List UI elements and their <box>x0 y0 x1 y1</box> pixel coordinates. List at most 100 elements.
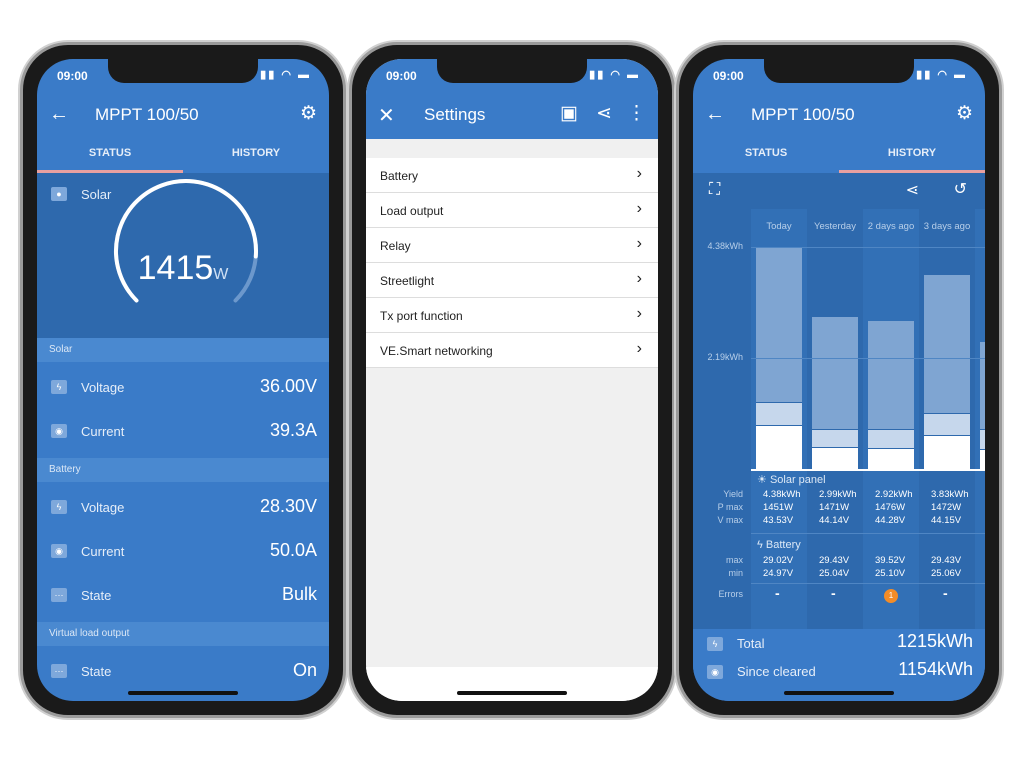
gear-icon[interactable]: ⚙ <box>300 102 317 125</box>
tab-history[interactable]: HISTORY <box>183 139 329 173</box>
chevron-right-icon: › <box>636 235 642 252</box>
settings-item[interactable]: Load output › <box>366 193 658 228</box>
row-label: Current <box>81 544 125 559</box>
day-label: 4 <box>975 221 985 232</box>
no-error: - <box>775 585 780 601</box>
tab-history[interactable]: HISTORY <box>839 139 985 173</box>
battery-state-row: ··· State Bulk <box>37 574 329 618</box>
row-value: Bulk <box>281 584 317 604</box>
row-label: max <box>725 555 743 565</box>
clock: 09:00 <box>57 69 88 83</box>
clock: 09:00 <box>386 69 417 83</box>
tab-status[interactable]: STATUS <box>37 139 183 173</box>
close-icon[interactable]: ✕ <box>378 103 395 128</box>
home-indicator[interactable] <box>128 691 238 695</box>
cell-value: 29.02V <box>763 555 794 566</box>
home-indicator[interactable] <box>784 691 894 695</box>
solar-panel-label: Solar panel <box>769 474 826 486</box>
bar-segment-mid <box>868 429 914 448</box>
phone-status: 09:00 ▮▮ ◠ ▬ ← MPPT 100/50 ⚙ STATUS HISTO… <box>20 42 346 718</box>
cell-value: 44.28V <box>875 515 906 526</box>
gear-icon[interactable]: ⚙ <box>956 102 973 125</box>
row-value: On <box>292 660 317 680</box>
bar-segment-mid <box>812 428 858 448</box>
cell-value: 1472W <box>931 502 962 513</box>
back-arrow-icon[interactable]: ← <box>49 103 69 126</box>
tab-status[interactable]: STATUS <box>693 139 839 173</box>
cell-value: 24.97V <box>763 568 794 579</box>
signal-wifi-battery-icon: ▮▮ ◠ ▬ <box>916 69 967 81</box>
chevron-right-icon: › <box>636 200 642 217</box>
total-label: Total <box>737 636 765 651</box>
row-label: Yield <box>723 489 743 499</box>
cell-value: 25.06V <box>931 568 962 579</box>
settings-item[interactable]: Tx port function › <box>366 298 658 333</box>
cell-value: 25.04V <box>819 568 850 579</box>
bar-segment-mid <box>980 429 985 449</box>
battery-current-row: ◉ Current 50.0A <box>37 530 329 574</box>
current-icon: ◉ <box>51 424 67 438</box>
current-icon: ◉ <box>707 665 723 679</box>
save-icon[interactable]: ▣ <box>560 102 578 125</box>
signal-wifi-battery-icon: ▮▮ ◠ ▬ <box>589 69 640 81</box>
sun-icon: ☀ <box>757 474 767 486</box>
page-title: MPPT 100/50 <box>751 105 855 124</box>
page-title: MPPT 100/50 <box>95 105 199 124</box>
chevron-right-icon: › <box>636 340 642 357</box>
phone-settings: 09:00 ▮▮ ◠ ▬ ✕ Settings ▣ ⋖ ⋮ Battery › Loa… <box>349 42 675 718</box>
row-label: min <box>728 568 743 578</box>
solar-current-row: ◉ Current 39.3A <box>37 410 329 454</box>
app-header: ← MPPT 100/50 ⚙ <box>37 91 329 139</box>
bolt-icon: ϟ <box>51 380 67 394</box>
page-title: Settings <box>424 105 486 124</box>
row-label: State <box>81 664 112 679</box>
section-virtual-load: Virtual load output <box>37 622 329 646</box>
cell-value: 3.83kWh <box>931 489 969 500</box>
load-state-row: ··· State On <box>37 650 329 694</box>
fullscreen-icon[interactable]: ⛶ <box>709 181 720 199</box>
back-arrow-icon[interactable]: ← <box>705 103 725 126</box>
bar-segment-low <box>756 424 802 469</box>
cell-value: 1471W <box>819 502 850 513</box>
gauge-panel: ● Solar 1415W <box>37 173 329 338</box>
since-cleared-value: 1154kWh <box>898 659 973 679</box>
cell-value: 25.10V <box>875 568 906 579</box>
solar-panel-heading: ☀ Solar panel <box>757 473 826 486</box>
cell-value: 1476W <box>875 502 906 513</box>
row-label: P max <box>717 502 743 512</box>
app-header: ✕ Settings ▣ ⋖ ⋮ <box>366 91 658 139</box>
phone-history: 09:00 ▮▮ ◠ ▬ ← MPPT 100/50 ⚙ STATUS HISTO… <box>676 42 1002 718</box>
section-battery: Battery <box>37 458 329 482</box>
cell-value: 43.53V <box>763 515 794 526</box>
history-toolbar: ⛶ ⋖ ↺ <box>693 173 985 209</box>
errors-label: Errors <box>718 589 744 599</box>
power-value: 1415 <box>137 249 214 287</box>
settings-item-label: Load output <box>380 204 444 218</box>
bolt-icon: ϟ <box>707 637 723 651</box>
no-error: - <box>943 585 948 601</box>
settings-item[interactable]: Battery › <box>366 158 658 193</box>
bar-segment-low <box>868 447 914 469</box>
history-screen: 09:00 ▮▮ ◠ ▬ ← MPPT 100/50 ⚙ STATUS HISTO… <box>693 59 985 701</box>
battery-label: Battery <box>765 539 801 551</box>
error-badge[interactable]: 1 <box>884 589 898 603</box>
more-icon[interactable]: ⋮ <box>627 102 646 125</box>
share-icon[interactable]: ⋖ <box>906 180 919 200</box>
share-icon[interactable]: ⋖ <box>596 102 612 125</box>
settings-item-label: Tx port function <box>380 309 463 323</box>
cell-value: 44.15V <box>931 515 962 526</box>
signal-wifi-battery-icon: ▮▮ ◠ ▬ <box>260 69 311 81</box>
settings-item[interactable]: Relay › <box>366 228 658 263</box>
section-solar: Solar <box>37 338 329 362</box>
dots-icon: ··· <box>51 588 67 602</box>
chevron-right-icon: › <box>636 305 642 322</box>
cell-value: 29.43V <box>819 555 850 566</box>
day-label: 2 days ago <box>867 221 915 232</box>
settings-item[interactable]: VE.Smart networking › <box>366 333 658 368</box>
cell-value: 29.43V <box>931 555 962 566</box>
history-icon[interactable]: ↺ <box>954 179 967 199</box>
settings-item[interactable]: Streetlight › <box>366 263 658 298</box>
history-chart[interactable]: Today Yesterday 2 days ago 3 days ago 4 4.38k… <box>693 209 985 629</box>
home-indicator[interactable] <box>457 691 567 695</box>
clock: 09:00 <box>713 69 744 83</box>
